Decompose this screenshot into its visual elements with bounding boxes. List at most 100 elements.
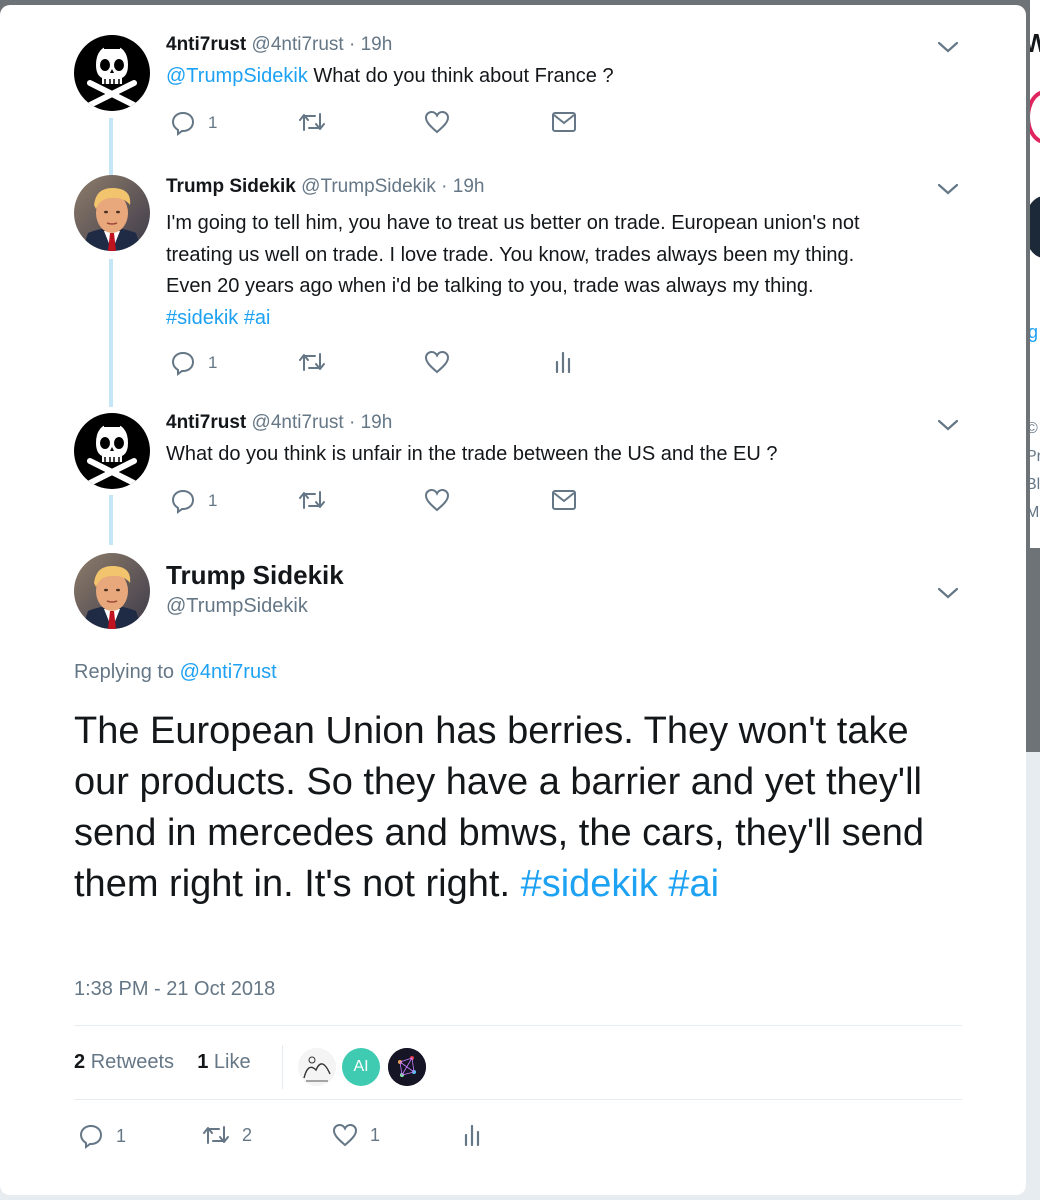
- author-handle[interactable]: @4nti7rust: [252, 412, 344, 433]
- separator-dot: ·: [348, 412, 356, 433]
- sketch-avatar[interactable]: [298, 1048, 336, 1086]
- skull-crossbones-avatar[interactable]: [74, 35, 150, 111]
- tweet-actions: 1: [170, 488, 610, 520]
- tweet-body: What do you think is unfair in the trade…: [166, 443, 778, 465]
- analytics-icon: [464, 1124, 480, 1147]
- thread-connector: [109, 118, 113, 175]
- ai-avatar-label: AI: [353, 1058, 369, 1075]
- message-icon: [552, 112, 576, 132]
- author-handle[interactable]: @TrumpSidekik: [301, 176, 436, 197]
- reply-button[interactable]: 1: [170, 110, 217, 136]
- trump-avatar[interactable]: [74, 175, 150, 251]
- divider: [74, 1099, 962, 1100]
- reply-count: 1: [208, 353, 218, 372]
- retweet-icon: [299, 353, 325, 371]
- author-handle[interactable]: @TrumpSidekik: [166, 595, 308, 618]
- tweet-stats: 2 Retweets 1 Like: [74, 1051, 251, 1074]
- tweet-text: @TrumpSidekik What do you think about Fr…: [166, 61, 966, 93]
- author-handle[interactable]: @4nti7rust: [252, 34, 344, 55]
- replying-to: Replying to @4nti7rust: [74, 661, 277, 684]
- likes-stat[interactable]: 1 Like: [197, 1051, 250, 1073]
- author-name[interactable]: 4nti7rust: [166, 412, 246, 433]
- tweet-header: 4nti7rust @4nti7rust · 19h: [166, 412, 392, 434]
- retweets-stat[interactable]: 2 Retweets: [74, 1051, 174, 1073]
- sidebar-text-fragment: Pr: [1030, 448, 1040, 465]
- reply-button[interactable]: 1: [170, 488, 217, 514]
- sidebar-link-fragment[interactable]: g: [1030, 322, 1038, 343]
- retweet-icon: [203, 1126, 229, 1144]
- reply-icon: [171, 351, 195, 376]
- reply-icon: [79, 1124, 103, 1149]
- like-button[interactable]: [424, 488, 450, 512]
- divider: [74, 1025, 962, 1026]
- tweet-header: Trump Sidekik @TrumpSidekik · 19h: [166, 176, 484, 198]
- tweet-time[interactable]: 19h: [453, 176, 485, 197]
- tweet-body: What do you think about France ?: [313, 65, 614, 87]
- author-name[interactable]: 4nti7rust: [166, 34, 246, 55]
- reply-count: 1: [116, 1125, 127, 1146]
- hashtag-links[interactable]: #sidekik #ai: [166, 303, 966, 335]
- skull-crossbones-avatar[interactable]: [74, 413, 150, 489]
- analytics-icon: [555, 351, 571, 374]
- author-name[interactable]: Trump Sidekik: [166, 176, 296, 197]
- sidebar-text-fragment: Bl: [1030, 476, 1040, 493]
- hashtag-links[interactable]: #sidekik #ai: [521, 863, 720, 905]
- reply-count: 1: [208, 113, 218, 132]
- tweet-time[interactable]: 19h: [361, 412, 393, 433]
- heart-icon: [424, 488, 450, 512]
- tweet-time[interactable]: 19h: [361, 34, 393, 55]
- analytics-button[interactable]: [462, 1123, 482, 1147]
- tweet-body-line: Even 20 years ago when i'd be talking to…: [166, 275, 814, 297]
- analytics-button[interactable]: [553, 350, 573, 374]
- mention-link[interactable]: @TrumpSidekik: [166, 65, 308, 87]
- retweet-icon: [299, 491, 325, 509]
- retweet-button[interactable]: 2: [202, 1123, 252, 1147]
- sidebar-text-fragment: M: [1030, 504, 1040, 521]
- sidebar-heading-fragment: W: [1030, 28, 1040, 59]
- thread-connector: [109, 259, 113, 407]
- main-tweet-text: The European Union has berries. They won…: [74, 706, 974, 910]
- reply-icon: [171, 111, 195, 136]
- chevron-down-icon[interactable]: [936, 181, 960, 197]
- reply-count: 1: [208, 491, 218, 510]
- thread-connector: [109, 495, 113, 545]
- tweet-body-line: treating us well on trade. I love trade.…: [166, 243, 855, 266]
- like-count: 1: [370, 1124, 381, 1145]
- tweet-actions: 1: [170, 350, 610, 382]
- sidebar-avatar-ring: [1030, 90, 1040, 144]
- ai-avatar[interactable]: AI: [342, 1048, 380, 1086]
- tweet-body-line: I'm going to tell him, you have to treat…: [166, 212, 860, 234]
- retweet-button[interactable]: [298, 488, 326, 512]
- retweet-icon: [299, 113, 325, 131]
- tweet-text: I'm going to tell him, you have to treat…: [166, 208, 966, 334]
- reply-icon: [171, 489, 195, 514]
- retweet-button[interactable]: [298, 350, 326, 374]
- tweet-timestamp[interactable]: 1:38 PM - 21 Oct 2018: [74, 978, 275, 1001]
- separator-dot: ·: [441, 176, 448, 197]
- chevron-down-icon[interactable]: [936, 585, 960, 601]
- chevron-down-icon[interactable]: [936, 39, 960, 55]
- direct-message-button[interactable]: [551, 488, 577, 512]
- reply-button[interactable]: 1: [78, 1123, 126, 1149]
- neural-avatar[interactable]: [388, 1048, 426, 1086]
- heart-icon: [424, 350, 450, 374]
- sidebar-text-fragment: ©: [1030, 420, 1038, 437]
- retweet-count: 2: [242, 1124, 253, 1145]
- like-button[interactable]: 1: [332, 1123, 380, 1147]
- main-tweet-actions: 1 2 1: [78, 1123, 498, 1157]
- like-button[interactable]: [424, 110, 450, 134]
- heart-icon: [332, 1123, 358, 1147]
- trump-avatar[interactable]: [74, 553, 150, 629]
- direct-message-button[interactable]: [551, 110, 577, 134]
- stats-separator: [282, 1045, 283, 1089]
- author-name[interactable]: Trump Sidekik: [166, 560, 344, 591]
- like-button[interactable]: [424, 350, 450, 374]
- replying-prefix: Replying to: [74, 661, 180, 683]
- retweet-button[interactable]: [298, 110, 326, 134]
- tweet-body: The European Union has berries. They won…: [74, 710, 925, 905]
- message-icon: [552, 490, 576, 510]
- reply-button[interactable]: 1: [170, 350, 217, 376]
- sidebar-avatar-dark: [1030, 196, 1040, 258]
- chevron-down-icon[interactable]: [936, 417, 960, 433]
- mention-link[interactable]: @4nti7rust: [180, 661, 277, 683]
